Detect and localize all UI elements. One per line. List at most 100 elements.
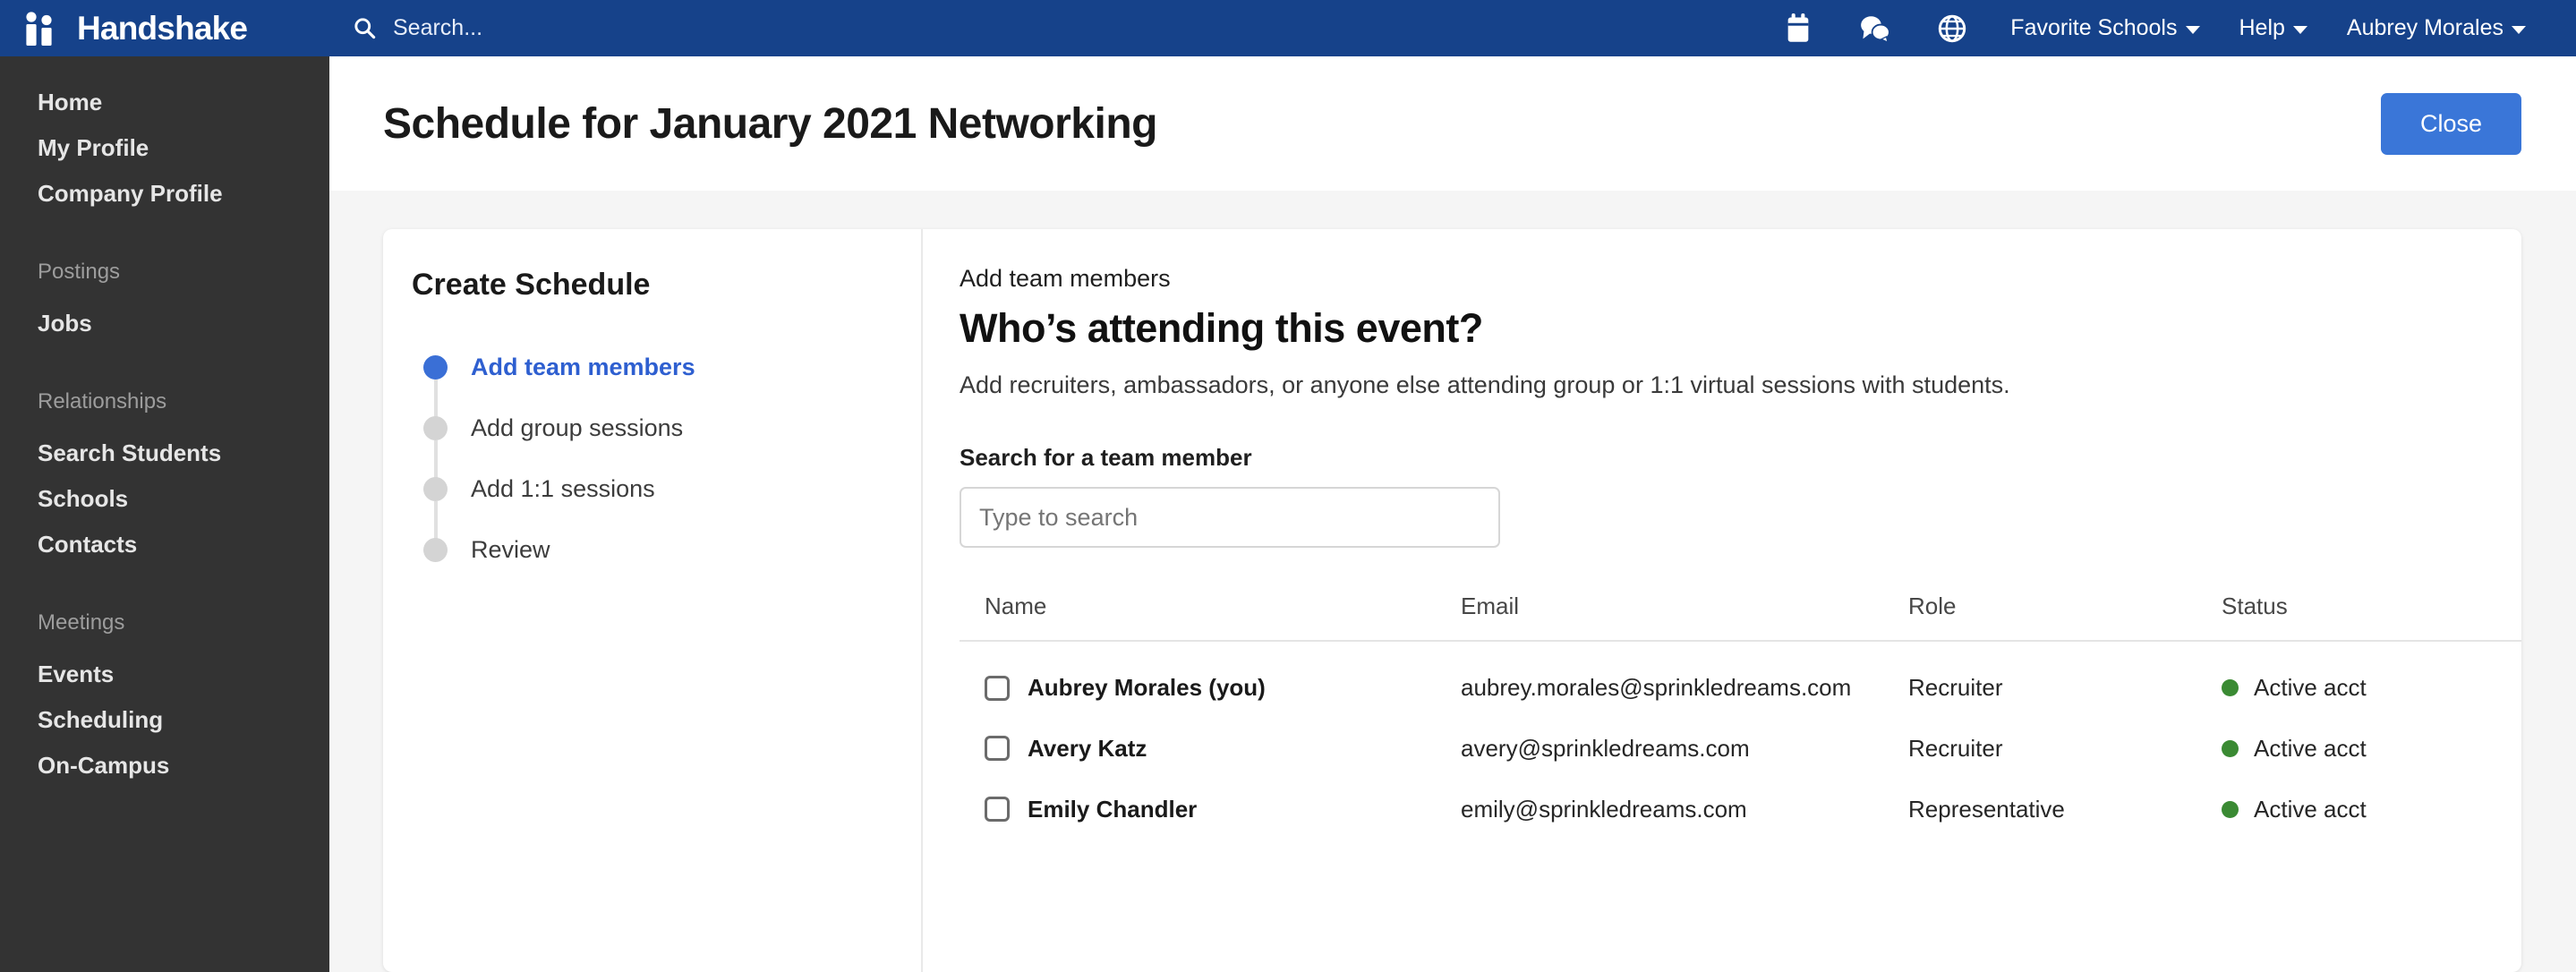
page-header: Schedule for January 2021 Networking Clo… xyxy=(329,56,2576,191)
wizard-step-label: Add group sessions xyxy=(471,414,684,441)
cell-status: Active acct xyxy=(2222,702,2521,763)
row-checkbox[interactable] xyxy=(985,736,1010,761)
nav-user-menu[interactable]: Aubrey Morales xyxy=(2327,15,2546,41)
sidebar-navigation: Home My Profile Company Profile Postings… xyxy=(0,56,329,972)
close-button[interactable]: Close xyxy=(2380,92,2521,155)
member-email: emily@sprinkledreams.com xyxy=(1461,795,1747,823)
calendar-icon[interactable] xyxy=(1760,0,1837,56)
status-indicator-icon xyxy=(2222,679,2239,696)
cell-name: Emily Chandler xyxy=(960,763,1461,823)
row-checkbox[interactable] xyxy=(985,797,1010,822)
search-icon xyxy=(354,18,376,39)
nav-help[interactable]: Help xyxy=(2220,15,2327,41)
column-header-role: Role xyxy=(1908,593,2222,642)
nav-user-menu-label: Aubrey Morales xyxy=(2346,15,2503,40)
chevron-down-icon xyxy=(2512,26,2526,34)
table-body: Aubrey Morales (you) aubrey.morales@spri… xyxy=(960,641,2521,823)
step-dot-icon xyxy=(423,415,448,440)
column-header-email: Email xyxy=(1461,593,1908,642)
sidebar-item-contacts[interactable]: Contacts xyxy=(0,522,329,567)
sidebar-section-postings: Postings xyxy=(38,260,121,284)
global-search[interactable]: Search... xyxy=(353,15,482,41)
team-member-search-input[interactable] xyxy=(960,487,1500,548)
member-name: Emily Chandler xyxy=(1028,795,1198,823)
member-role: Recruiter xyxy=(1908,734,2003,762)
status-indicator-icon xyxy=(2222,739,2239,757)
member-email: aubrey.morales@sprinkledreams.com xyxy=(1461,674,1852,701)
sidebar-group-relationships: Search Students Schools Contacts xyxy=(0,431,329,567)
nav-help-label: Help xyxy=(2239,15,2285,40)
chevron-down-icon xyxy=(2292,26,2307,34)
step-dot-icon xyxy=(423,537,448,562)
calendar-glyph-icon xyxy=(1787,13,1809,42)
wizard-step-label: Add team members xyxy=(471,353,695,380)
sidebar-item-events[interactable]: Events xyxy=(0,652,329,697)
search-field-label: Search for a team member xyxy=(960,444,1252,471)
nav-right-group: Favorite Schools Help Aubrey Morales xyxy=(1760,0,2576,56)
nav-favorite-schools[interactable]: Favorite Schools xyxy=(1991,15,2219,41)
brand-name: Handshake xyxy=(77,10,248,47)
wizard-step-add-team-members[interactable]: Add team members xyxy=(412,337,921,422)
table-header-row: Name Email Role Status xyxy=(960,593,2521,642)
member-name: Aubrey Morales (you) xyxy=(1028,674,1266,701)
panel-heading: Who’s attending this event? xyxy=(960,305,1483,351)
table-row: Avery Katz avery@sprinkledreams.com Recr… xyxy=(960,702,2521,763)
cell-status: Active acct xyxy=(2222,763,2521,823)
content-area: Create Schedule Add team members Add gro… xyxy=(329,191,2576,972)
main-panel: Add team members Who’s attending this ev… xyxy=(923,229,2521,972)
sidebar-section-relationships: Relationships xyxy=(38,389,167,414)
sidebar-item-home[interactable]: Home xyxy=(0,80,329,125)
cell-name: Aubrey Morales (you) xyxy=(960,641,1461,702)
member-role: Recruiter xyxy=(1908,674,2003,701)
chevron-down-icon xyxy=(2185,26,2200,34)
step-dot-icon xyxy=(423,354,448,379)
create-schedule-card: Create Schedule Add team members Add gro… xyxy=(383,229,2521,972)
member-email: avery@sprinkledreams.com xyxy=(1461,734,1750,762)
sidebar-item-scheduling[interactable]: Scheduling xyxy=(0,697,329,743)
sidebar-item-company-profile[interactable]: Company Profile xyxy=(0,171,329,217)
step-dot-icon xyxy=(423,476,448,501)
wizard-step-add-group-sessions[interactable]: Add group sessions xyxy=(412,397,921,483)
sidebar-section-meetings: Meetings xyxy=(38,610,125,635)
wizard-steps: Add team members Add group sessions Add … xyxy=(412,337,921,580)
globe-glyph-icon xyxy=(1939,14,1966,42)
panel-eyebrow: Add team members xyxy=(960,265,1171,292)
sidebar-item-search-students[interactable]: Search Students xyxy=(0,431,329,476)
cell-name: Avery Katz xyxy=(960,702,1461,763)
wizard-step-add-one-on-one-sessions[interactable]: Add 1:1 sessions xyxy=(412,458,921,544)
cell-status: Active acct xyxy=(2222,641,2521,702)
sidebar-group-postings: Jobs xyxy=(0,301,329,346)
status-indicator-icon xyxy=(2222,800,2239,818)
sidebar-item-jobs[interactable]: Jobs xyxy=(0,301,329,346)
page-title: Schedule for January 2021 Networking xyxy=(383,99,1157,148)
chat-bubbles-glyph-icon xyxy=(1861,15,1891,43)
sidebar-group-meetings: Events Scheduling On-Campus xyxy=(0,652,329,789)
top-navigation-bar: Handshake Search... Favorite Schools Hel… xyxy=(0,0,2576,56)
messages-icon[interactable] xyxy=(1837,0,1914,56)
handshake-logo[interactable]: Handshake xyxy=(0,0,329,56)
sidebar-item-on-campus[interactable]: On-Campus xyxy=(0,743,329,789)
row-checkbox[interactable] xyxy=(985,675,1010,701)
column-header-name: Name xyxy=(960,593,1461,642)
team-members-table: Name Email Role Status Aubrey Morales (y… xyxy=(960,593,2521,823)
status-badge: Active acct xyxy=(2254,674,2367,701)
sidebar-item-schools[interactable]: Schools xyxy=(0,476,329,522)
panel-subtitle: Add recruiters, ambassadors, or anyone e… xyxy=(960,371,2010,398)
globe-icon[interactable] xyxy=(1914,0,1991,56)
sidebar-item-my-profile[interactable]: My Profile xyxy=(0,125,329,171)
status-badge: Active acct xyxy=(2254,795,2367,823)
wizard-step-label: Add 1:1 sessions xyxy=(471,474,655,502)
member-role: Representative xyxy=(1908,795,2065,823)
status-badge: Active acct xyxy=(2254,734,2367,762)
wizard-step-review[interactable]: Review xyxy=(412,519,921,580)
table-row: Aubrey Morales (you) aubrey.morales@spri… xyxy=(960,641,2521,702)
member-name: Avery Katz xyxy=(1028,734,1147,762)
table-row: Emily Chandler emily@sprinkledreams.com … xyxy=(960,763,2521,823)
search-placeholder-text: Search... xyxy=(393,15,483,40)
wizard-step-label: Review xyxy=(471,535,550,563)
column-header-status: Status xyxy=(2222,593,2521,642)
handshake-mark-icon xyxy=(26,11,52,46)
wizard-panel: Create Schedule Add team members Add gro… xyxy=(383,229,923,972)
table-head: Name Email Role Status xyxy=(960,593,2521,642)
nav-favorite-schools-label: Favorite Schools xyxy=(2010,15,2178,40)
